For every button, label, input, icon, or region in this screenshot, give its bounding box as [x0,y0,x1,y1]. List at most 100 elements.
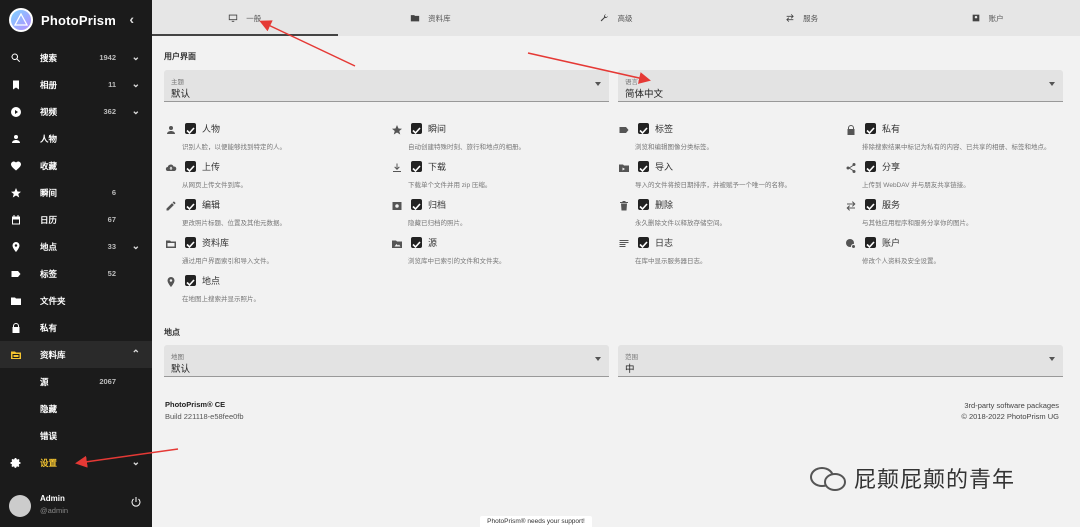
tab-library[interactable]: 资料库 [338,0,524,36]
cloud-upload-icon [165,161,177,173]
sidebar-item-hidden[interactable]: 隐藏 [0,395,152,422]
feature-name: 导入 [655,162,674,172]
folder-icon [10,295,22,307]
dropdown-arrow-icon [1049,357,1055,361]
tab-label: 账户 [988,13,1004,23]
sidebar-item-count: 67 [107,215,116,224]
tab-label: 资料库 [428,13,451,23]
collapse-sidebar-icon[interactable]: ‹ [129,11,134,27]
sidebar-item-count: 1942 [99,53,116,62]
sidebar-item-label: 源 [40,376,49,387]
feature-description: 在库中显示服务器日志。 [635,258,707,265]
tab-advanced[interactable]: 高级 [523,0,709,36]
tab-services[interactable]: 服务 [709,0,895,36]
sidebar-item-count: 52 [107,269,116,278]
logout-icon[interactable] [130,495,142,507]
feature-description: 浏览和编辑图像分类标签。 [635,144,713,151]
sidebar-item-originals[interactable]: 源 2067 [0,368,152,395]
sidebar-item-labels[interactable]: 标签 52 [0,260,152,287]
person-icon [10,133,22,145]
sidebar: PhotoPrism ‹ 搜索 1942 ⌄ 相册 11 ⌄ 视频 362 ⌄ … [0,0,152,527]
checkbox[interactable] [638,199,649,211]
place-icon [165,275,177,287]
size-select-label: 范围 [625,354,638,361]
sidebar-item-places[interactable]: 地点 33 ⌄ [0,233,152,260]
sidebar-item-settings[interactable]: 设置 ⌄ [0,449,152,476]
theme-select-label: 主题 [171,79,184,86]
copyright: © 2018-2022 PhotoPrism UG [961,412,1059,421]
chevron-down-icon[interactable]: ⌄ [132,241,140,252]
checkbox[interactable] [411,237,422,249]
sidebar-item-label: 隐藏 [40,403,58,414]
checkbox[interactable] [865,199,876,211]
third-party-link[interactable]: 3rd-party software packages [961,400,1059,411]
sidebar-item-albums[interactable]: 相册 11 ⌄ [0,71,152,98]
checkbox[interactable] [185,161,196,173]
map-style-select[interactable]: 地图 默认 [164,345,609,377]
sidebar-item-moments[interactable]: 瞬间 6 [0,179,152,206]
checkbox[interactable] [411,161,422,173]
checkbox[interactable] [865,237,876,249]
app-name: PhotoPrism [41,12,116,28]
map-size-select[interactable]: 范围 中 [618,345,1063,377]
feature-toggle: 瞬间 自动创建特殊时刻、旅行和地点的相册。 [391,121,591,155]
place-icon [10,241,22,253]
feature-toggle: 日志 在库中显示服务器日志。 [618,235,818,269]
trash-icon [618,199,630,211]
user-handle: @admin [40,506,69,515]
sidebar-item-count: 2067 [99,377,116,386]
checkbox[interactable] [638,161,649,173]
sidebar-item-favorites[interactable]: 收藏 [0,152,152,179]
checkbox[interactable] [638,123,649,135]
checkbox[interactable] [185,123,196,135]
user-panel[interactable]: Admin @admin [0,493,152,527]
lock-icon [10,322,22,334]
wrench-icon [599,13,609,23]
chevron-down-icon[interactable]: ⌄ [132,106,140,117]
checkbox[interactable] [185,237,196,249]
tab-account[interactable]: 账户 [894,0,1080,36]
sidebar-item-errors[interactable]: 错误 [0,422,152,449]
chevron-down-icon[interactable]: ⌄ [132,52,140,63]
sidebar-item-library[interactable]: 资料库 ⌃ [0,341,152,368]
sidebar-item-private[interactable]: 私有 [0,314,152,341]
checkbox[interactable] [185,275,196,287]
feature-description: 通过用户界面索引和导入文件。 [182,258,273,265]
feature-description: 识别人脸，以便能够找到特定的人。 [182,144,286,151]
sidebar-item-videos[interactable]: 视频 362 ⌄ [0,98,152,125]
theme-select[interactable]: 主题 默认 [164,70,609,102]
sidebar-item-label: 视频 [40,106,58,117]
tab-general[interactable]: 一般 [152,0,338,36]
account-gear-icon [845,237,857,249]
calendar-icon [10,214,22,226]
sidebar-item-calendar[interactable]: 日历 67 [0,206,152,233]
support-banner[interactable]: PhotoPrism® needs your support! [480,516,592,527]
checkbox[interactable] [411,123,422,135]
chevron-up-icon[interactable]: ⌃ [132,349,140,360]
checkbox[interactable] [185,199,196,211]
sidebar-item-count: 33 [107,242,116,251]
dropdown-arrow-icon [595,357,601,361]
chevron-down-icon[interactable]: ⌄ [132,79,140,90]
feature-toggle: 源浏览库中已索引的文件和文件夹。 [391,235,591,269]
checkbox[interactable] [865,123,876,135]
checkbox[interactable] [865,161,876,173]
sidebar-nav: 搜索 1942 ⌄ 相册 11 ⌄ 视频 362 ⌄ 人物 收藏 瞬间 6 日历… [0,44,152,476]
tab-label: 服务 [803,13,819,23]
feature-description: 从网页上传文件到库。 [182,182,247,189]
folder-import-icon [618,161,630,173]
sidebar-item-people[interactable]: 人物 [0,125,152,152]
language-select[interactable]: 语言 简体中文 [618,70,1063,102]
library-icon [10,349,22,361]
watermark: 屁颠屁颠的青年 [810,462,1015,494]
language-select-value: 简体中文 [625,89,664,100]
archive-icon [391,199,403,211]
sidebar-item-folders[interactable]: 文件夹 [0,287,152,314]
sidebar-item-label: 相册 [40,79,58,90]
feature-description: 上传到 WebDAV 并与朋友共享链接。 [862,182,970,189]
checkbox[interactable] [411,199,422,211]
sidebar-item-search[interactable]: 搜索 1942 ⌄ [0,44,152,71]
account-icon [971,13,981,23]
checkbox[interactable] [638,237,649,249]
chevron-down-icon[interactable]: ⌄ [132,457,140,468]
